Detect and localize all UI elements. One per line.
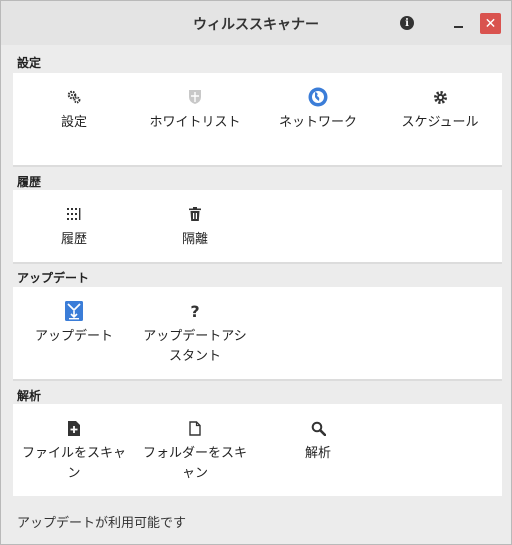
network-button[interactable]: ネットワーク: [263, 87, 373, 133]
settings-button[interactable]: 設定: [19, 87, 129, 133]
scan-folder-button[interactable]: フォルダーをスキャン: [140, 418, 250, 484]
main-window: ウィルススキャナー i ✕ 設定 設定 ホワイトリスト ネットワーク スケジュー…: [0, 0, 512, 545]
close-button[interactable]: ✕: [480, 13, 501, 34]
network-label: ネットワーク: [278, 115, 357, 130]
info-icon: i: [400, 16, 414, 30]
titlebar[interactable]: ウィルススキャナー i ✕: [1, 1, 511, 45]
schedule-button[interactable]: スケジュール: [385, 87, 495, 133]
shield-icon: [140, 87, 250, 107]
schedule-label: スケジュール: [401, 115, 479, 130]
analysis-label: 解析: [304, 446, 331, 461]
section-heading-update: アップデート: [17, 271, 90, 285]
analysis-button[interactable]: 解析: [263, 418, 373, 464]
search-icon: [263, 418, 373, 438]
minimize-icon: [453, 26, 463, 28]
update-button[interactable]: アップデート: [19, 301, 129, 347]
file-add-icon: [19, 418, 129, 438]
update-panel: アップデート ? アップデートアシスタント: [13, 287, 502, 379]
divider: [13, 262, 502, 264]
section-heading-settings: 設定: [17, 56, 42, 70]
analysis-panel: ファイルをスキャン フォルダーをスキャン 解析: [13, 404, 502, 496]
scan-folder-label: フォルダーをスキャン: [142, 446, 247, 481]
history-label: 履歴: [60, 232, 87, 247]
scan-file-label: ファイルをスキャン: [21, 446, 126, 481]
trash-icon: [140, 204, 250, 224]
scan-file-button[interactable]: ファイルをスキャン: [19, 418, 129, 484]
list-icon: [19, 204, 129, 224]
gear-icon: [385, 87, 495, 107]
divider: [13, 379, 502, 381]
history-panel: 履歴 隔離: [13, 190, 502, 262]
window-title: ウィルススキャナー: [193, 17, 319, 33]
quarantine-button[interactable]: 隔離: [140, 204, 250, 250]
file-icon: [140, 418, 250, 438]
download-icon: [19, 301, 129, 321]
history-button[interactable]: 履歴: [19, 204, 129, 250]
divider: [13, 165, 502, 167]
whitelist-button[interactable]: ホワイトリスト: [140, 87, 250, 133]
gears-icon: [19, 87, 129, 107]
section-heading-analysis: 解析: [17, 389, 42, 403]
question-icon: ?: [190, 301, 200, 321]
minimize-button[interactable]: [447, 12, 469, 34]
status-text: アップデートが利用可能です: [17, 516, 187, 531]
settings-label: 設定: [60, 115, 87, 130]
settings-panel: 設定 ホワイトリスト ネットワーク スケジュール: [13, 73, 502, 165]
update-assistant-label: アップデートアシスタント: [143, 329, 247, 364]
update-assistant-button[interactable]: ? アップデートアシスタント: [140, 301, 250, 367]
globe-icon: [263, 87, 373, 107]
info-button[interactable]: i: [396, 12, 418, 34]
quarantine-label: 隔離: [181, 232, 208, 247]
update-label: アップデート: [34, 329, 113, 344]
whitelist-label: ホワイトリスト: [149, 115, 241, 130]
section-heading-history: 履歴: [17, 175, 42, 189]
